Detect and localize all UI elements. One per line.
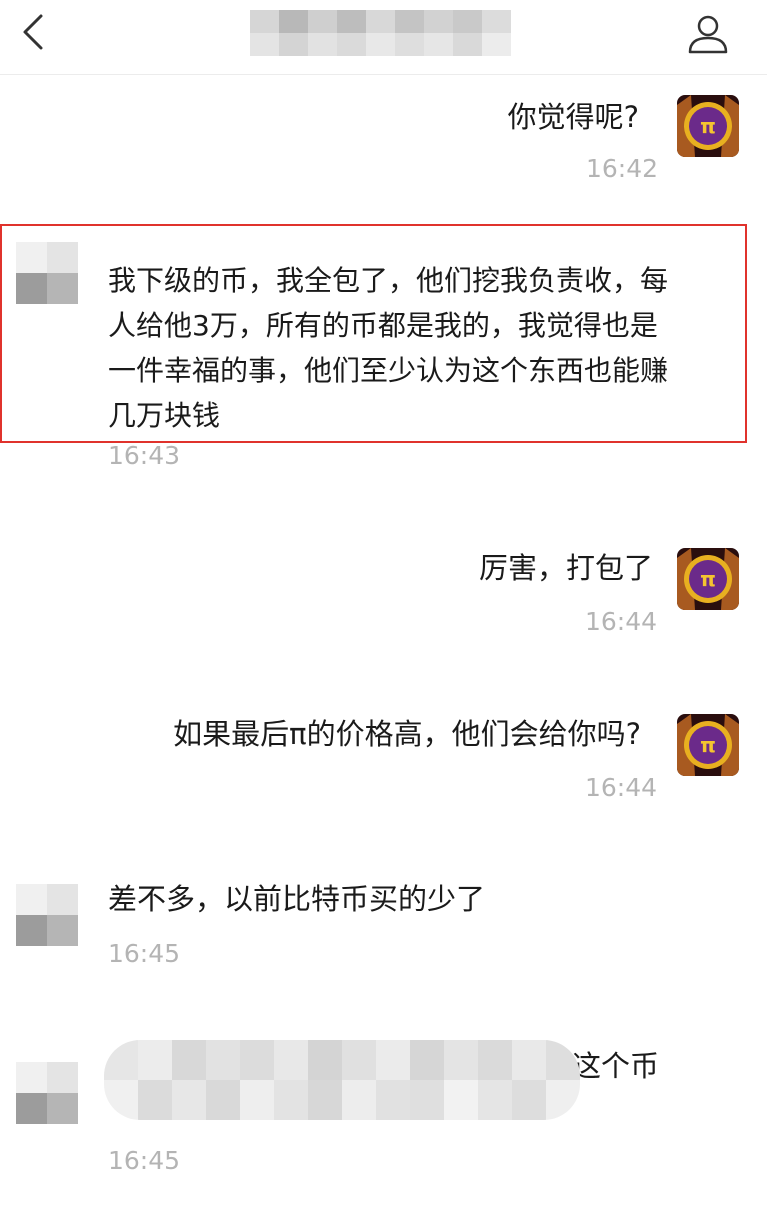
pi-coin-icon: π — [677, 714, 739, 776]
message-timestamp: 16:44 — [585, 773, 658, 802]
message-bubble-text: 差不多，以前比特币买的少了 — [108, 882, 486, 916]
message-timestamp: 16:44 — [585, 607, 658, 636]
chat-title-redacted — [250, 10, 514, 56]
svg-text:π: π — [700, 567, 716, 591]
my-avatar[interactable]: π — [677, 548, 739, 610]
message-timestamp: 16:43 — [108, 441, 181, 470]
message-bubble-text: 你觉得呢? — [507, 100, 639, 134]
svg-text:π: π — [700, 114, 716, 138]
redacted-message-mosaic — [104, 1040, 580, 1120]
message-bubble-text: 我下级的币，我全包了，他们挖我负责收，每人给他3万，所有的币都是我的，我觉得也是… — [108, 264, 669, 432]
contact-avatar[interactable] — [16, 1062, 78, 1124]
pi-coin-icon: π — [677, 95, 739, 157]
contact-avatar[interactable] — [16, 884, 78, 946]
my-avatar[interactable]: π — [677, 714, 739, 776]
message-timestamp: 16:42 — [586, 154, 659, 183]
message-bubble-text: 厉害，打包了 — [478, 551, 653, 585]
back-button[interactable] — [14, 12, 54, 52]
contact-profile-button[interactable] — [684, 10, 732, 58]
pi-coin-icon: π — [677, 548, 739, 610]
chevron-left-icon — [23, 14, 43, 50]
contact-avatar[interactable] — [16, 242, 78, 304]
my-avatar[interactable]: π — [677, 95, 739, 157]
message-bubble-text: 如果最后π的价格高，他们会给你吗? — [173, 717, 641, 751]
person-icon — [688, 15, 728, 54]
message-bubble-text-fragment: 这个币 — [572, 1049, 660, 1083]
chat-header — [0, 0, 767, 75]
svg-text:π: π — [700, 733, 716, 757]
message-timestamp: 16:45 — [108, 1146, 181, 1175]
message-timestamp: 16:45 — [108, 939, 181, 968]
